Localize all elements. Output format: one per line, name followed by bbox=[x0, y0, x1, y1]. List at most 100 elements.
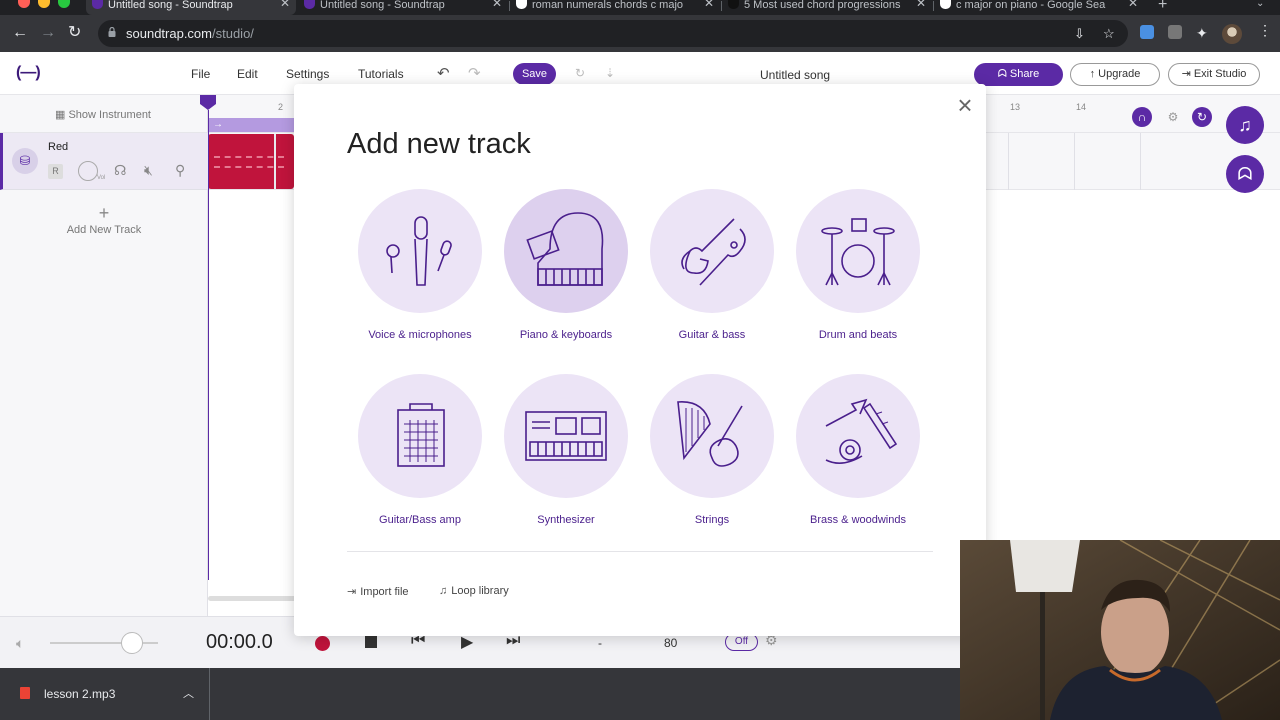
add-new-track-button[interactable]: + Add New Track bbox=[0, 203, 208, 245]
tempo-display[interactable]: 80 bbox=[664, 636, 677, 650]
close-tab-icon[interactable]: ✕ bbox=[1128, 0, 1138, 9]
url-text: soundtrap.com/studio/ bbox=[126, 26, 254, 41]
loop-library-label: Loop library bbox=[451, 585, 509, 597]
song-title[interactable]: Untitled song bbox=[760, 68, 830, 82]
menu-tutorials[interactable]: Tutorials bbox=[358, 67, 404, 81]
close-window-dot[interactable] bbox=[18, 0, 30, 8]
menu-settings[interactable]: Settings bbox=[286, 67, 329, 81]
download-item[interactable]: lesson 2.mp3 ︿ bbox=[0, 668, 210, 720]
stop-button[interactable] bbox=[365, 636, 377, 648]
youtube-favicon-icon bbox=[728, 0, 739, 9]
exit-label: Exit Studio bbox=[1193, 68, 1247, 80]
arrow-up-icon: ↑ bbox=[1089, 68, 1099, 80]
mute-icon[interactable]: 🔇︎ bbox=[144, 162, 153, 179]
import-file-link[interactable]: ⇥ Import file bbox=[347, 585, 409, 598]
sync-icon[interactable]: ↻ bbox=[575, 66, 585, 80]
record-button[interactable] bbox=[315, 636, 330, 651]
instrument-strings[interactable]: Strings bbox=[647, 374, 777, 526]
master-volume-handle[interactable] bbox=[121, 632, 143, 654]
harp-cello-icon bbox=[650, 374, 774, 498]
profile-avatar[interactable] bbox=[1222, 24, 1242, 44]
browser-tab[interactable]: 5 Most used chord progressions ✕ bbox=[722, 0, 932, 15]
browser-tab[interactable]: c major on piano - Google Sea ✕ bbox=[934, 0, 1144, 15]
google-favicon-icon bbox=[516, 0, 527, 9]
gear-icon[interactable]: ⚙ bbox=[1163, 107, 1183, 127]
menu-edit[interactable]: Edit bbox=[237, 67, 258, 81]
instrument-guitar[interactable]: Guitar & bass bbox=[647, 189, 777, 341]
ruler-bar-number: 2 bbox=[278, 102, 284, 112]
soundtrap-logo[interactable]: (—) bbox=[16, 64, 41, 82]
close-icon[interactable]: × bbox=[952, 92, 978, 118]
track-list-header: ▦ Show Instrument bbox=[0, 95, 208, 133]
key-display[interactable]: - bbox=[598, 636, 602, 650]
soundtrap-favicon-icon bbox=[304, 0, 315, 9]
drum-icon: ⛁ bbox=[12, 148, 38, 174]
bookmark-star-icon[interactable]: ☆ bbox=[1103, 26, 1115, 42]
headphones-icon[interactable]: ☊ bbox=[114, 162, 126, 179]
instrument-synth[interactable]: Synthesizer bbox=[501, 374, 631, 526]
cloud-extension-icon[interactable] bbox=[1140, 25, 1154, 39]
tab-search-chevron-icon[interactable]: ⌄ bbox=[1256, 0, 1264, 9]
instrument-amp[interactable]: Guitar/Bass amp bbox=[355, 374, 485, 526]
install-app-icon[interactable]: ⇩ bbox=[1074, 26, 1085, 42]
amp-icon bbox=[358, 374, 482, 498]
volume-knob[interactable] bbox=[78, 161, 98, 181]
tab-title: Untitled song - Soundtrap bbox=[108, 0, 233, 11]
instrument-brass[interactable]: Brass & woodwinds bbox=[793, 374, 923, 526]
webcam-feed-image bbox=[960, 540, 1280, 720]
instrument-drums[interactable]: Drum and beats bbox=[793, 189, 923, 341]
minimize-window-dot[interactable] bbox=[38, 0, 50, 8]
horizontal-scrollbar[interactable] bbox=[208, 596, 298, 601]
undo-icon[interactable]: ↶ bbox=[437, 64, 450, 82]
download-icon[interactable]: ⇣ bbox=[605, 66, 615, 80]
reload-icon[interactable]: ↻ bbox=[68, 24, 81, 42]
loop-sync-icon[interactable]: ↻ bbox=[1192, 107, 1212, 127]
add-track-label: Add New Track bbox=[66, 224, 142, 236]
new-tab-icon[interactable]: + bbox=[1158, 0, 1167, 14]
record-arm-button[interactable]: R bbox=[48, 164, 63, 179]
browser-tab[interactable]: Untitled song - Soundtrap ✕ bbox=[298, 0, 508, 15]
music-note-icon[interactable]: ♫ bbox=[1226, 106, 1264, 144]
effects-icon[interactable]: ⚲ bbox=[175, 162, 185, 179]
upgrade-label: Upgrade bbox=[1098, 68, 1141, 80]
upgrade-button[interactable]: ↑ Upgrade bbox=[1070, 63, 1160, 86]
loop-library-link[interactable]: ♫ Loop library bbox=[439, 585, 509, 597]
grid-line bbox=[1008, 133, 1009, 190]
save-button[interactable]: Save bbox=[513, 63, 556, 85]
speaker-icon[interactable]: 🔈︎ bbox=[16, 635, 24, 652]
tab-title: c major on piano - Google Sea bbox=[956, 0, 1106, 11]
browser-tab[interactable]: Untitled song - Soundtrap ✕ bbox=[86, 0, 296, 15]
close-tab-icon[interactable]: ✕ bbox=[280, 0, 290, 9]
collaborate-icon[interactable]: ᗣ bbox=[1226, 155, 1264, 193]
puzzle-extensions-icon[interactable]: ✦ bbox=[1196, 24, 1208, 42]
extension-icon[interactable] bbox=[1168, 25, 1182, 39]
close-tab-icon[interactable]: ✕ bbox=[916, 0, 926, 9]
plus-icon: + bbox=[98, 203, 110, 223]
add-track-modal: × Add new track Voice & microphones Pian… bbox=[294, 84, 986, 636]
address-bar[interactable]: soundtrap.com/studio/ ⇩ ☆ bbox=[98, 20, 1128, 47]
browser-tab[interactable]: roman numerals chords c majo ✕ bbox=[510, 0, 720, 15]
loop-region[interactable]: → bbox=[209, 118, 294, 132]
instrument-voice[interactable]: Voice & microphones bbox=[355, 189, 485, 341]
forward-arrow-icon[interactable]: → bbox=[40, 24, 56, 42]
instrument-piano[interactable]: Piano & keyboards bbox=[501, 189, 631, 341]
show-instrument-toggle[interactable]: ▦ Show Instrument bbox=[55, 108, 151, 121]
redo-icon[interactable]: ↷ bbox=[468, 64, 481, 82]
menu-file[interactable]: File bbox=[191, 67, 210, 81]
close-tab-icon[interactable]: ✕ bbox=[492, 0, 502, 9]
exit-studio-button[interactable]: ⇥ Exit Studio bbox=[1168, 63, 1260, 86]
piano-icon bbox=[504, 189, 628, 313]
tab-title: 5 Most used chord progressions bbox=[744, 0, 901, 11]
close-tab-icon[interactable]: ✕ bbox=[704, 0, 714, 9]
zoom-window-dot[interactable] bbox=[58, 0, 70, 8]
track-name[interactable]: Red bbox=[48, 141, 68, 153]
chevron-up-icon[interactable]: ︿ bbox=[183, 685, 194, 701]
show-instrument-label: Show Instrument bbox=[68, 109, 151, 121]
share-button[interactable]: ᗣ Share bbox=[974, 63, 1063, 86]
headset-icon[interactable]: ∩ bbox=[1132, 107, 1152, 127]
time-display: 00:00.0 bbox=[206, 631, 273, 653]
tab-title: Untitled song - Soundtrap bbox=[320, 0, 445, 11]
back-arrow-icon[interactable]: ← bbox=[12, 24, 28, 42]
browser-menu-icon[interactable]: ⋮ bbox=[1258, 22, 1272, 39]
track-row[interactable]: ⛁ Red R Vol ☊ 🔇︎ ⚲ bbox=[0, 133, 208, 190]
